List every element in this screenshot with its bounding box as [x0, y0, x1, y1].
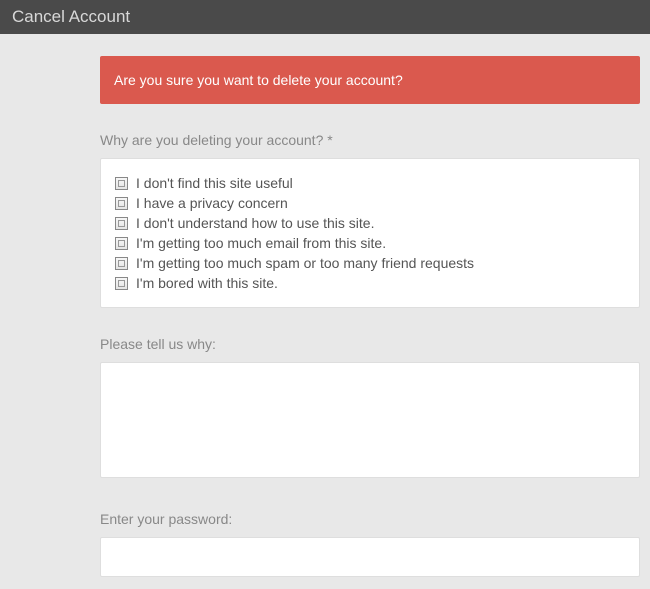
explain-label: Please tell us why: — [100, 336, 640, 352]
reason-option[interactable]: I don't find this site useful — [115, 173, 625, 193]
reason-option-label: I'm bored with this site. — [136, 275, 278, 291]
reason-option-label: I'm getting too much email from this sit… — [136, 235, 386, 251]
checkbox-icon[interactable] — [115, 177, 128, 190]
page-title: Cancel Account — [12, 7, 130, 27]
reason-option-label: I'm getting too much spam or too many fr… — [136, 255, 474, 271]
reason-options-panel: I don't find this site useful I have a p… — [100, 158, 640, 308]
reason-option-label: I don't find this site useful — [136, 175, 293, 191]
password-input[interactable] — [100, 537, 640, 577]
top-bar: Cancel Account — [0, 0, 650, 34]
reason-option-label: I have a privacy concern — [136, 195, 288, 211]
reason-option[interactable]: I'm getting too much spam or too many fr… — [115, 253, 625, 273]
checkbox-icon[interactable] — [115, 217, 128, 230]
checkbox-icon[interactable] — [115, 237, 128, 250]
content: Are you sure you want to delete your acc… — [0, 34, 650, 577]
password-label: Enter your password: — [100, 511, 640, 527]
checkbox-icon[interactable] — [115, 257, 128, 270]
checkbox-icon[interactable] — [115, 277, 128, 290]
reason-option[interactable]: I have a privacy concern — [115, 193, 625, 213]
checkbox-icon[interactable] — [115, 197, 128, 210]
reason-option[interactable]: I don't understand how to use this site. — [115, 213, 625, 233]
explain-textarea[interactable] — [100, 362, 640, 478]
reason-option-label: I don't understand how to use this site. — [136, 215, 375, 231]
reason-option[interactable]: I'm getting too much email from this sit… — [115, 233, 625, 253]
reason-label: Why are you deleting your account? * — [100, 132, 640, 148]
reason-option[interactable]: I'm bored with this site. — [115, 273, 625, 293]
delete-warning-alert: Are you sure you want to delete your acc… — [100, 56, 640, 104]
